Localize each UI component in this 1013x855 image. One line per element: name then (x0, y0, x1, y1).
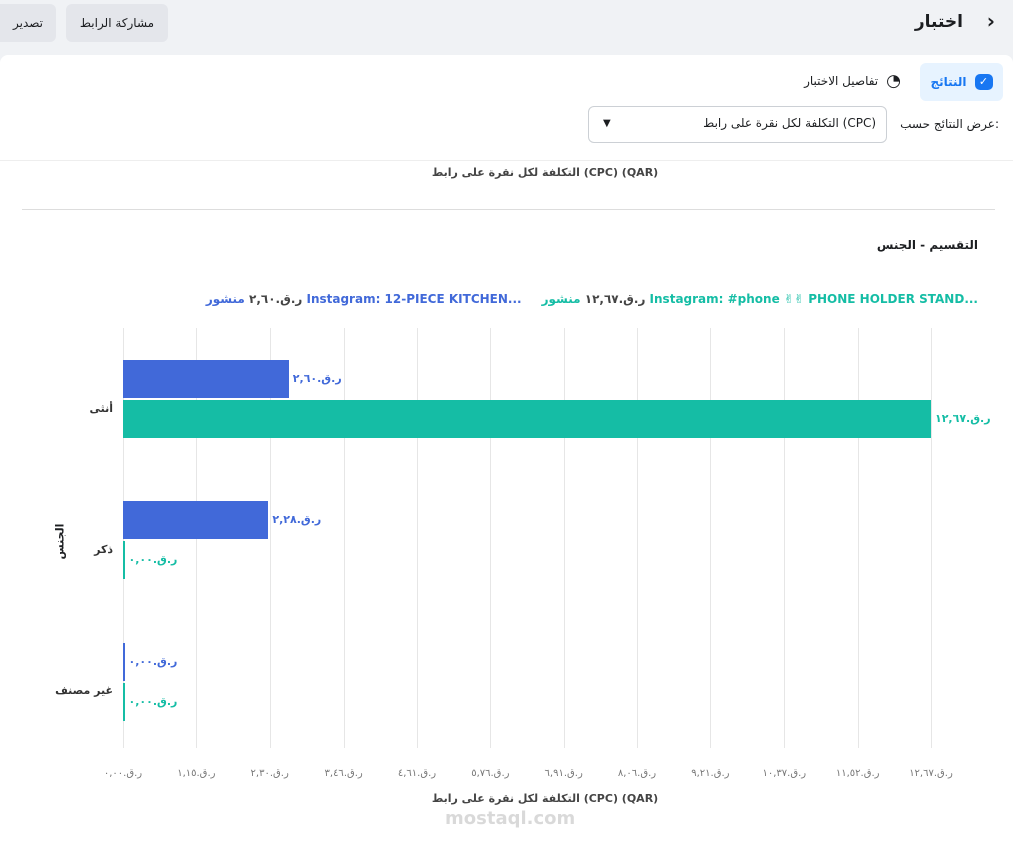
data-label: ر.ق.٠,٠٠ (128, 655, 178, 668)
gridline (857, 328, 859, 748)
metric-select[interactable]: التكلفة لكل نقرة على رابط (CPC) ▼ (588, 106, 887, 143)
legend-item-1[interactable]: ر.ق.٢,٦٠ منشور Instagram: 12-PIECE KITCH… (206, 292, 522, 306)
bar[interactable] (123, 643, 125, 681)
results-label: النتائج (930, 75, 967, 89)
x-tick-label: ر.ق.١٠,٣٧ (762, 768, 807, 779)
data-label: ر.ق.٠,٠٠ (128, 695, 178, 708)
x-tick-label: ر.ق.١١,٥٢ (835, 768, 880, 779)
section-divider (0, 160, 1013, 161)
x-tick-label: ر.ق.١,١٥ (177, 768, 216, 779)
y-axis-title: الجنس (53, 523, 67, 560)
breakdown-title: التقسيم - الجنس (876, 238, 978, 252)
gridline (931, 328, 932, 748)
x-tick-label: ر.ق.٣,٤٦ (324, 768, 363, 779)
export-button[interactable]: تصدير (0, 4, 56, 42)
gauge-icon: ◔ (886, 71, 901, 91)
caret-down-icon: ▼ (603, 118, 611, 129)
gridline (563, 328, 565, 748)
bar[interactable] (123, 501, 269, 539)
category-label: غير مصنف (55, 684, 113, 697)
view-by-label: عرض النتائج حسب: (900, 117, 999, 131)
gridline (637, 328, 638, 748)
data-label: ر.ق.٠,٠٠ (128, 553, 178, 566)
legend: ر.ق.٢,٦٠ منشور Instagram: 12-PIECE KITCH… (206, 292, 978, 306)
gridline (710, 328, 712, 748)
x-tick-label: ر.ق.٤,٦١ (397, 768, 437, 779)
x-tick-label: ر.ق.٨,٠٦ (617, 768, 657, 779)
bar[interactable] (123, 541, 125, 579)
bar[interactable] (123, 683, 125, 721)
page-title: اختبار (914, 12, 963, 32)
data-label: ر.ق.٢,٦٠ (292, 372, 342, 385)
x-tick-label: ر.ق.١٢,٦٧ (909, 768, 953, 779)
bar[interactable] (123, 360, 289, 398)
data-label: ر.ق.١٢,٦٧ (935, 412, 991, 425)
category-label: أنثى (89, 402, 113, 415)
legend-item-2[interactable]: ر.ق.١٢,٦٧ منشور Instagram: #phone ✌✌ PHO… (542, 292, 978, 306)
x-tick-label: ر.ق.٩,٢١ (691, 768, 730, 779)
back-chevron-icon[interactable]: › (987, 9, 995, 33)
gridline (490, 328, 492, 748)
x-tick-label: ر.ق.٠,٠٠ (103, 768, 143, 779)
chat-check-icon: ✓ (974, 74, 993, 90)
x-tick-label: ر.ق.٥,٧٦ (471, 768, 510, 779)
x-axis-title: التكلفة لكل نقرة على رابط (CPC) (QAR) (431, 792, 659, 805)
gridline (416, 328, 418, 748)
x-tick-label: ر.ق.٦,٩١ (544, 768, 583, 779)
metric-select-value: التكلفة لكل نقرة على رابط (CPC) (703, 116, 876, 130)
test-details-label: تفاصيل الاختبار (804, 74, 879, 88)
tab-results[interactable]: النتائج ✓ (920, 63, 1003, 101)
chart-top-title: التكلفة لكل نقرة على رابط (CPC) (QAR) (431, 166, 659, 179)
gridline (343, 328, 345, 748)
tab-test-details[interactable]: تفاصيل الاختبار ◔ (804, 71, 901, 91)
category-label: ذكر (94, 543, 113, 556)
gridline (784, 328, 786, 748)
share-link-button[interactable]: مشاركة الرابط (66, 4, 168, 42)
watermark: mostaql.com (445, 808, 576, 829)
x-tick-label: ر.ق.٢,٣٠ (250, 768, 289, 779)
data-label: ر.ق.٢,٢٨ (272, 513, 322, 526)
bar[interactable] (123, 400, 931, 438)
divider (22, 209, 995, 210)
